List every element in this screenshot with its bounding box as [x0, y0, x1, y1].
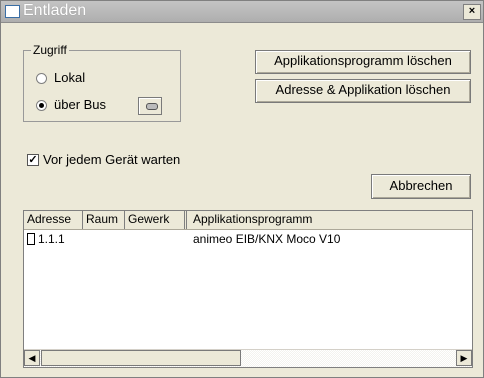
title-bar: Entladen × [1, 1, 483, 23]
device-list[interactable]: Adresse Raum Gewerk Applikationsprogramm… [23, 210, 473, 368]
column-header-trade[interactable]: Gewerk [125, 211, 187, 229]
wait-each-device-label: Vor jedem Gerät warten [43, 152, 181, 167]
device-icon [27, 233, 35, 245]
delete-address-application-button[interactable]: Adresse & Applikation löschen [255, 79, 471, 103]
horizontal-scrollbar[interactable]: ◀ ▶ [24, 349, 472, 367]
bus-connector-icon [146, 103, 158, 110]
bus-settings-button[interactable] [138, 97, 162, 115]
column-header-room[interactable]: Raum [83, 211, 125, 229]
list-header: Adresse Raum Gewerk Applikationsprogramm [24, 211, 472, 230]
window-icon [5, 5, 20, 18]
scroll-thumb[interactable] [41, 350, 241, 366]
cancel-button[interactable]: Abbrechen [371, 174, 471, 199]
window-title: Entladen [23, 2, 87, 19]
scroll-left-button[interactable]: ◀ [24, 350, 40, 366]
delete-application-button[interactable]: Applikationsprogramm löschen [255, 50, 471, 74]
list-row[interactable]: 1.1.1 animeo EIB/KNX Moco V10 [24, 231, 472, 247]
row-application: animeo EIB/KNX Moco V10 [193, 232, 341, 246]
unload-dialog: Entladen × Zugriff Lokal über Bus Applik… [0, 0, 484, 378]
radio-via-bus[interactable] [36, 100, 47, 111]
column-header-application[interactable]: Applikationsprogramm [190, 211, 472, 229]
scroll-right-button[interactable]: ▶ [456, 350, 472, 366]
radio-local-label: Lokal [54, 70, 86, 85]
radio-local[interactable] [36, 73, 47, 84]
row-address: 1.1.1 [38, 232, 65, 246]
wait-each-device-checkbox[interactable]: ✓ [27, 154, 39, 166]
radio-via-bus-label: über Bus [54, 97, 107, 112]
close-button[interactable]: × [463, 4, 481, 20]
column-header-address[interactable]: Adresse [24, 211, 83, 229]
access-group-legend: Zugriff [31, 43, 69, 57]
